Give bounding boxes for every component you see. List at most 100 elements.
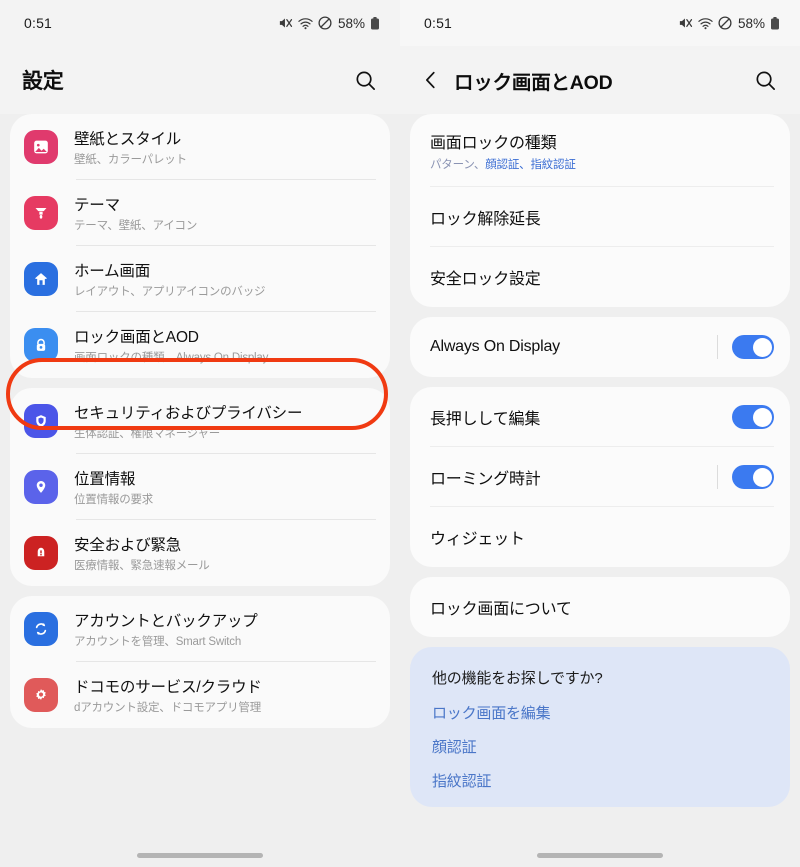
mute-icon — [278, 16, 293, 30]
left-app-bar: 設定 — [0, 46, 400, 114]
settings-group-security: セキュリティおよびプライバシー 生体認証、権限マネージャー 位置情報 位置情報の… — [10, 388, 390, 586]
wallpaper-icon — [24, 130, 58, 164]
settings-group-widgets: 長押しして編集 ローミング時計 ウィジェット — [410, 387, 790, 567]
toggle-divider — [717, 335, 718, 359]
right-app-bar: ロック画面とAOD — [400, 46, 800, 114]
toggle-knob — [752, 337, 772, 357]
row-about-lock-screen[interactable]: ロック画面について — [410, 577, 790, 637]
row-widgets[interactable]: ウィジェット — [410, 507, 790, 567]
row-screen-lock-type[interactable]: 画面ロックの種類 パターン、顔認証、指紋認証 — [410, 114, 790, 187]
item-title: ロック画面とAOD — [74, 329, 199, 346]
item-title: ドコモのサービス/クラウド — [74, 679, 262, 696]
emergency-alert-icon — [24, 536, 58, 570]
battery-icon — [370, 16, 380, 30]
left-settings-list[interactable]: 壁紙とスタイル 壁紙、カラーパレット テーマ テーマ、壁紙、アイコン ホーム画面… — [0, 114, 400, 867]
status-bar: 0:51 58% — [400, 0, 800, 46]
info-card-title: 他の機能をお探しですか? — [432, 670, 603, 687]
battery-icon — [770, 16, 780, 30]
item-title: Always On Display — [430, 338, 560, 355]
item-title: 安全ロック設定 — [430, 271, 541, 288]
item-title: テーマ — [74, 197, 120, 214]
link-face-recognition[interactable]: 顔認証 — [432, 736, 770, 757]
theme-brush-icon — [24, 196, 58, 230]
roaming-clock-toggle[interactable] — [732, 465, 774, 489]
mute-icon — [678, 16, 693, 30]
item-subtitle: アカウントを管理、Smart Switch — [74, 636, 242, 648]
status-bar: 0:51 58% — [0, 0, 400, 46]
toggle-knob — [752, 407, 772, 427]
sidebar-item-theme[interactable]: テーマ テーマ、壁紙、アイコン — [10, 180, 390, 246]
search-icon[interactable] — [748, 63, 782, 97]
home-indicator[interactable] — [137, 853, 263, 858]
item-subtitle: 生体認証、権限マネージャー — [74, 428, 221, 440]
row-always-on-display[interactable]: Always On Display — [410, 317, 790, 377]
item-title: 位置情報 — [74, 471, 136, 488]
page-title: ロック画面とAOD — [454, 71, 613, 94]
row-extend-unlock[interactable]: ロック解除延長 — [410, 187, 790, 247]
status-icon-group: 58% — [678, 16, 780, 31]
home-indicator[interactable] — [537, 853, 663, 858]
item-subtitle: テーマ、壁紙、アイコン — [74, 220, 198, 232]
long-press-edit-toggle[interactable] — [732, 405, 774, 429]
item-title: 安全および緊急 — [74, 537, 182, 554]
lock-screen-settings-list[interactable]: 画面ロックの種類 パターン、顔認証、指紋認証 ロック解除延長 安全ロック設定 A… — [400, 114, 800, 867]
gear-icon — [24, 678, 58, 712]
home-icon — [24, 262, 58, 296]
subtitle-dim-part: パターン、 — [430, 159, 486, 171]
item-subtitle: 壁紙、カラーパレット — [74, 154, 187, 166]
shield-icon — [24, 404, 58, 438]
wifi-icon — [298, 17, 313, 30]
search-icon[interactable] — [348, 63, 382, 97]
aod-toggle[interactable] — [732, 335, 774, 359]
dual-screenshot-container: 0:51 58% 設定 壁紙とスタイル 壁紙、カラーパレット テーマ テーマ、壁… — [0, 0, 800, 867]
settings-group-about: ロック画面について — [410, 577, 790, 637]
location-pin-icon — [24, 470, 58, 504]
left-phone-screen: 0:51 58% 設定 壁紙とスタイル 壁紙、カラーパレット テーマ テーマ、壁… — [0, 0, 400, 867]
item-title: ウィジェット — [430, 531, 525, 548]
sidebar-item-docomo-services[interactable]: ドコモのサービス/クラウド dアカウント設定、ドコモアプリ管理 — [10, 662, 390, 728]
item-subtitle: パターン、顔認証、指紋認証 — [430, 156, 774, 172]
subtitle-link-part: 顔認証、指紋認証 — [485, 159, 576, 171]
item-subtitle: 画面ロックの種類、Always On Display — [74, 352, 269, 364]
item-title: 長押しして編集 — [430, 411, 541, 428]
settings-group-accounts: アカウントとバックアップ アカウントを管理、Smart Switch ドコモのサ… — [10, 596, 390, 728]
item-subtitle: dアカウント設定、ドコモアプリ管理 — [74, 702, 261, 714]
item-title: ロック解除延長 — [430, 211, 541, 228]
settings-group-appearance: 壁紙とスタイル 壁紙、カラーパレット テーマ テーマ、壁紙、アイコン ホーム画面… — [10, 114, 390, 378]
sidebar-item-safety-emergency[interactable]: 安全および緊急 医療情報、緊急速報メール — [10, 520, 390, 586]
settings-group-aod: Always On Display — [410, 317, 790, 377]
sidebar-item-accounts-backup[interactable]: アカウントとバックアップ アカウントを管理、Smart Switch — [10, 596, 390, 662]
item-title: ロック画面について — [430, 601, 572, 618]
link-fingerprint[interactable]: 指紋認証 — [432, 770, 770, 791]
item-title: ローミング時計 — [430, 471, 541, 488]
settings-group-lock-type: 画面ロックの種類 パターン、顔認証、指紋認証 ロック解除延長 安全ロック設定 — [410, 114, 790, 307]
toggle-divider — [717, 465, 718, 489]
wifi-icon — [698, 17, 713, 30]
looking-for-features-card: 他の機能をお探しですか? ロック画面を編集 顔認証 指紋認証 — [410, 647, 790, 807]
row-secure-lock-settings[interactable]: 安全ロック設定 — [410, 247, 790, 307]
status-clock: 0:51 — [24, 15, 53, 31]
status-clock: 0:51 — [424, 15, 453, 31]
back-chevron-icon[interactable] — [414, 63, 448, 97]
sidebar-item-lock-screen-aod[interactable]: ロック画面とAOD 画面ロックの種類、Always On Display — [10, 312, 390, 378]
item-subtitle: 医療情報、緊急速報メール — [74, 560, 210, 572]
sidebar-item-security-privacy[interactable]: セキュリティおよびプライバシー 生体認証、権限マネージャー — [10, 388, 390, 454]
item-title: 壁紙とスタイル — [74, 131, 182, 148]
item-title: ホーム画面 — [74, 263, 151, 280]
item-title: アカウントとバックアップ — [74, 613, 258, 630]
battery-percent-label: 58% — [737, 15, 765, 31]
right-phone-screen: 0:51 58% ロック画面とAOD 画面ロックの種類 パターン、顔認証、指紋認… — [400, 0, 800, 867]
sidebar-item-home-screen[interactable]: ホーム画面 レイアウト、アプリアイコンのバッジ — [10, 246, 390, 312]
row-long-press-edit[interactable]: 長押しして編集 — [410, 387, 790, 447]
toggle-knob — [752, 467, 772, 487]
link-edit-lock-screen[interactable]: ロック画面を編集 — [432, 702, 770, 723]
sidebar-item-location[interactable]: 位置情報 位置情報の要求 — [10, 454, 390, 520]
row-roaming-clock[interactable]: ローミング時計 — [410, 447, 790, 507]
sidebar-item-wallpaper[interactable]: 壁紙とスタイル 壁紙、カラーパレット — [10, 114, 390, 180]
item-title: 画面ロックの種類 — [430, 135, 557, 152]
do-not-disturb-icon — [318, 16, 332, 30]
battery-percent-label: 58% — [337, 15, 365, 31]
item-subtitle: レイアウト、アプリアイコンのバッジ — [74, 286, 266, 298]
sync-icon — [24, 612, 58, 646]
page-title: 設定 — [22, 70, 64, 93]
